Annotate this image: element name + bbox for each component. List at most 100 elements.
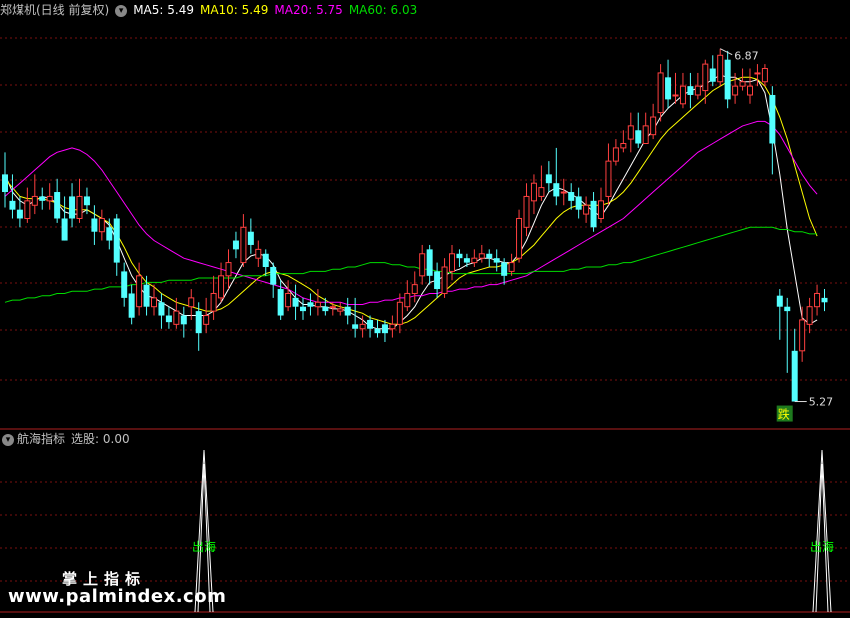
candle-body [285,292,292,308]
candle [709,55,716,87]
candle-body [530,182,537,202]
candle-body [739,81,746,87]
candle [657,64,664,122]
stock-title[interactable]: 郑煤机(日线 前复权) [0,3,109,17]
candle-body [538,187,545,197]
candle [367,315,374,338]
candle-body [732,85,739,96]
candle-body [456,253,463,259]
candle-body [344,306,351,316]
candle-body [545,174,552,184]
candle-body [404,292,411,308]
candle-body [31,195,38,206]
candle [508,253,515,276]
candle-body [784,306,791,312]
candle-body [292,297,299,307]
candle [91,205,98,245]
main-grid [0,37,850,430]
high-pointer [719,48,733,56]
candle-body [300,306,306,312]
ma5-label: MA5: 5.49 [133,3,194,17]
candle-body [426,249,433,276]
candle-body [821,297,828,303]
candle-body [575,196,582,210]
candle-body [307,302,314,307]
candle-body [717,54,724,83]
candle-body [694,85,701,96]
candle [128,284,135,325]
candle [687,72,694,109]
candle-body [754,72,761,75]
candle [307,293,314,316]
candle-body [605,160,612,197]
candle [98,209,105,241]
candle-body [486,253,493,259]
candle-body [16,209,23,219]
candle [672,72,679,104]
candle-body [9,200,16,210]
candle [694,72,701,100]
candle [568,183,575,210]
candle [24,187,31,223]
candle [650,103,657,140]
ma10-label: MA10: 5.49 [199,3,269,17]
candle-body [389,323,396,330]
candle [240,214,247,268]
candle-body [478,253,485,259]
candle [69,183,76,228]
candle [247,218,254,254]
main-chart-header: 郑煤机(日线 前复权) ▾ MA5: 5.49 MA10: 5.49 MA20: 5.7… [0,0,423,20]
candle [821,289,828,312]
candle-body [657,72,664,114]
candle [583,196,590,223]
candle-body [46,195,53,202]
candle-body [709,68,716,82]
candle-body [702,63,709,92]
candle-body [24,200,31,219]
candle [642,112,649,145]
candle-body [151,297,157,308]
candle-body [128,293,135,318]
signal-spike: 出海 [810,449,834,613]
watermark-url: www.palmindex.com [8,586,227,607]
ma20-label: MA20: 5.75 [274,3,343,17]
candle [471,249,478,268]
candle [761,64,768,87]
candle [151,284,157,316]
candle [590,192,597,232]
candle-body [568,192,575,201]
candle-body [471,257,478,264]
candle [396,293,403,334]
candle [776,289,783,340]
indicator-name[interactable]: 航海指标 [17,432,65,446]
candle-body [650,116,657,136]
candle-body [225,262,232,277]
candle-body [612,147,619,162]
candle-body [262,253,269,268]
candle [180,306,187,338]
candle [203,297,210,334]
candle [739,68,746,91]
candle [419,244,426,285]
candle-body [381,324,388,334]
candle [352,297,359,338]
candle-body [627,125,634,140]
candle [285,280,292,312]
candle-body [493,258,500,263]
candle-body [98,217,105,233]
candle-body [463,258,470,263]
candle-body [255,248,262,259]
candle [598,187,604,223]
candle [121,262,128,307]
candle-body [69,196,76,219]
candle [449,244,455,281]
candle-body [203,315,210,325]
candle [620,130,627,153]
chart-canvas: 6.87 5.27 跌 出海 出海 [0,37,850,613]
chevron-down-icon[interactable]: ▾ [2,433,14,446]
candle-body [83,196,90,206]
candle-body [761,68,768,83]
chevron-down-icon[interactable]: ▾ [115,4,128,17]
candle-body [747,85,753,96]
candle-body [165,315,172,323]
